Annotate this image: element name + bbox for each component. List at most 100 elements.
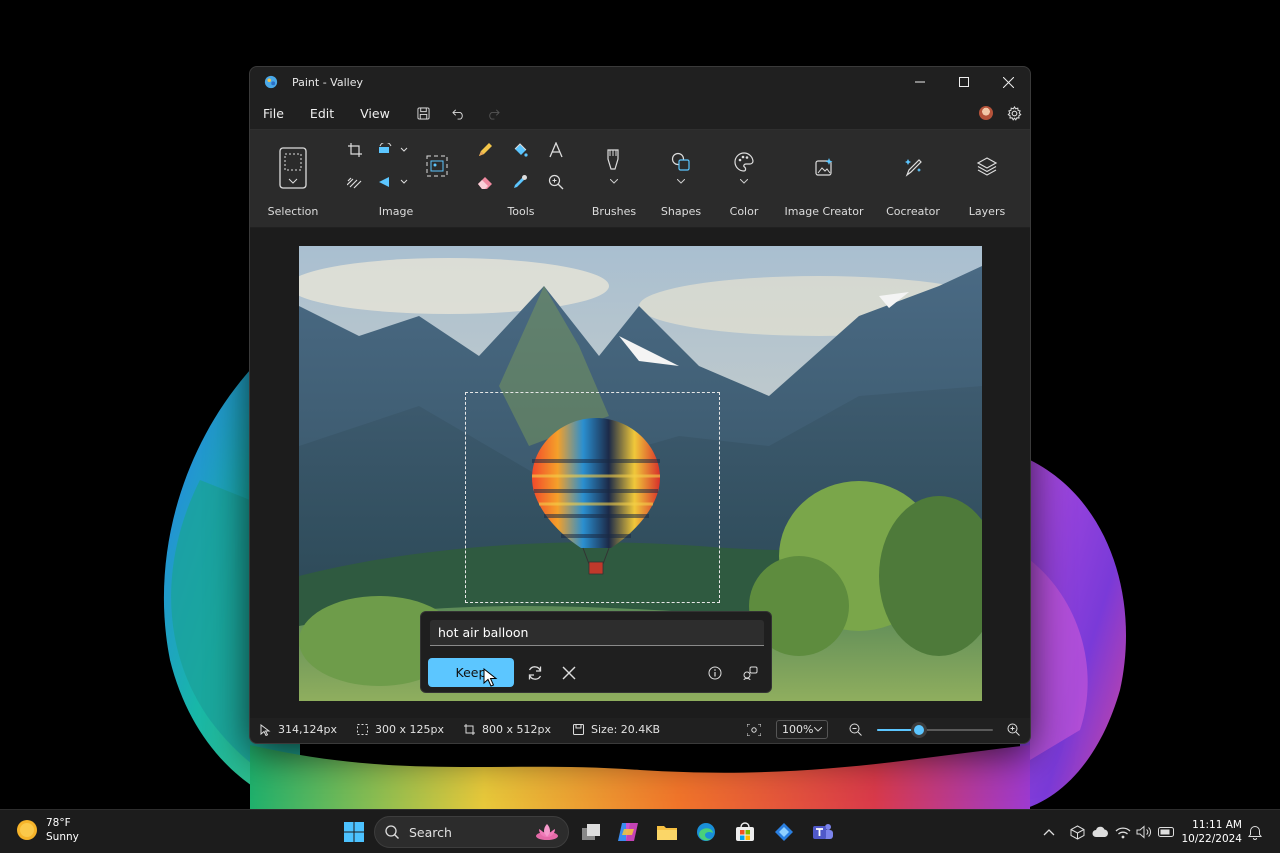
menu-view[interactable]: View — [347, 106, 403, 121]
zoom-slider-thumb[interactable] — [911, 722, 927, 738]
group-label-selection: Selection — [267, 205, 319, 218]
cloud-icon — [1092, 826, 1108, 837]
zoom-slider[interactable] — [877, 716, 993, 743]
group-cocreator[interactable]: Cocreator — [876, 130, 952, 228]
notifications-button[interactable] — [1247, 824, 1263, 840]
canvas-size: 800 x 512px — [464, 716, 551, 743]
zoom-out-icon — [849, 723, 862, 736]
save-button[interactable] — [410, 99, 438, 127]
group-tools: Tools — [472, 130, 572, 228]
copilot-icon — [618, 823, 638, 841]
feedback-button[interactable] — [738, 661, 762, 685]
group-selection: Selection — [250, 130, 336, 228]
canvas-size-value: 800 x 512px — [482, 723, 551, 736]
group-label-shapes: Shapes — [660, 205, 702, 218]
cocreator-button[interactable] — [902, 155, 926, 179]
paint-bucket-icon — [514, 143, 528, 157]
redo-icon — [489, 108, 501, 120]
text-tool[interactable] — [544, 138, 568, 162]
pinned-app-button[interactable] — [770, 818, 798, 846]
undo-button[interactable] — [445, 99, 473, 127]
group-label-color: Color — [729, 205, 759, 218]
edge-icon — [697, 823, 715, 841]
maximize-icon — [959, 77, 969, 87]
edge-browser-button[interactable] — [692, 818, 720, 846]
background-removal-button[interactable] — [343, 170, 367, 194]
pencil-tool[interactable] — [473, 138, 497, 162]
shapes-button[interactable] — [669, 150, 693, 174]
color-picker-tool[interactable] — [508, 170, 532, 194]
generative-fill-panel: Keep — [420, 611, 772, 693]
zoom-dropdown[interactable]: 100% — [776, 716, 828, 743]
menu-file[interactable]: File — [250, 106, 297, 121]
redo-button[interactable] — [480, 99, 508, 127]
selection-marquee[interactable] — [465, 392, 720, 603]
teams-button[interactable] — [809, 818, 837, 846]
store-icon — [736, 822, 754, 841]
copilot-button[interactable] — [614, 818, 642, 846]
tray-app-icon[interactable] — [1069, 824, 1085, 840]
group-shapes[interactable]: Shapes — [650, 130, 712, 228]
clock-date: 10/22/2024 — [1181, 833, 1242, 845]
group-image: Image — [336, 130, 456, 228]
battery-button[interactable] — [1158, 824, 1174, 840]
show-hidden-icons-button[interactable] — [1041, 824, 1057, 840]
zoom-out-button[interactable] — [849, 716, 862, 743]
close-button[interactable] — [986, 67, 1030, 97]
zoom-in-button[interactable] — [1007, 716, 1020, 743]
canvas-area: Keep — [250, 228, 1030, 718]
maximize-button[interactable] — [942, 67, 986, 97]
folder-icon — [657, 826, 677, 840]
image-creator-button[interactable] — [812, 155, 836, 179]
image-creator-icon — [815, 158, 833, 176]
group-brushes[interactable]: Brushes — [582, 130, 644, 228]
system-clock[interactable]: 11:11 AM 10/22/2024 — [1181, 818, 1242, 846]
crop-button[interactable] — [343, 138, 367, 162]
taskbar-search[interactable]: Search — [374, 816, 569, 848]
regenerate-button[interactable] — [523, 661, 547, 685]
brushes-button[interactable] — [601, 148, 625, 172]
rotate-button[interactable] — [376, 138, 412, 162]
teams-icon — [813, 824, 833, 839]
start-button[interactable] — [340, 818, 368, 846]
menu-edit[interactable]: Edit — [297, 106, 347, 121]
file-explorer-button[interactable] — [653, 818, 681, 846]
task-view-button[interactable] — [577, 818, 605, 846]
group-image-creator[interactable]: Image Creator — [780, 130, 868, 228]
eraser-tool[interactable] — [473, 170, 497, 194]
volume-button[interactable] — [1136, 824, 1152, 840]
menu-bar: File Edit View — [250, 97, 1030, 129]
image-resize-button[interactable] — [425, 154, 449, 178]
color-button[interactable] — [732, 150, 756, 174]
diamond-app-icon — [775, 823, 793, 841]
hatched-resize-icon — [347, 177, 362, 189]
wifi-button[interactable] — [1115, 824, 1131, 840]
minimize-button[interactable] — [898, 67, 942, 97]
refresh-icon — [528, 666, 542, 680]
bell-icon — [1248, 825, 1262, 840]
flip-button[interactable] — [376, 170, 412, 194]
microsoft-store-button[interactable] — [731, 818, 759, 846]
fit-to-window-button[interactable] — [747, 716, 761, 743]
fill-tool[interactable] — [508, 138, 532, 162]
keep-button[interactable]: Keep — [428, 658, 514, 687]
info-button[interactable] — [703, 661, 727, 685]
close-icon — [562, 666, 576, 680]
info-icon — [708, 666, 722, 680]
group-layers[interactable]: Layers — [956, 130, 1018, 228]
layers-button[interactable] — [975, 154, 999, 178]
weather-widget[interactable]: 78°F Sunny — [16, 816, 79, 844]
selection-size: 300 x 125px — [357, 716, 444, 743]
magnifier-tool[interactable] — [544, 170, 568, 194]
settings-gear-icon[interactable] — [1007, 105, 1022, 121]
status-bar: 314,124px 300 x 125px 800 x 512px Size: … — [250, 716, 1030, 743]
account-avatar[interactable] — [979, 106, 993, 120]
discard-button[interactable] — [557, 661, 581, 685]
wifi-icon — [1115, 826, 1131, 838]
onedrive-button[interactable] — [1092, 824, 1108, 840]
mouse-cursor-icon — [483, 668, 498, 687]
title-bar: Paint - Valley — [250, 67, 1030, 97]
selection-tool[interactable] — [278, 146, 308, 190]
prompt-input[interactable] — [430, 620, 764, 646]
group-color[interactable]: Color — [716, 130, 772, 228]
